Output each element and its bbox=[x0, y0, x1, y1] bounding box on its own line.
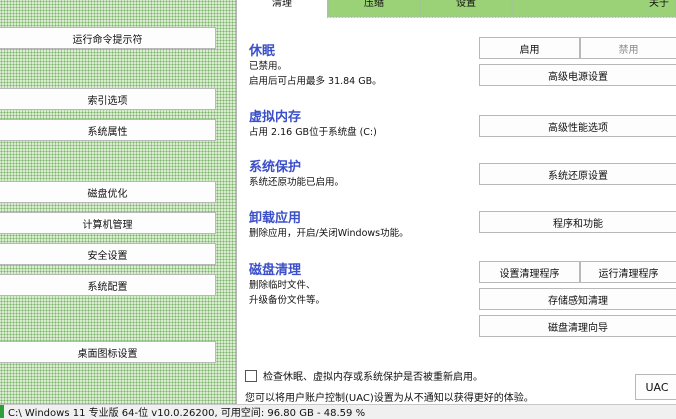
status-bar: C:\ Windows 11 专业版 64-位 v10.0.26200, 可用空… bbox=[0, 404, 676, 419]
system-protection-title: 系统保护 bbox=[249, 160, 302, 175]
cleanup-panel: 休眠 已禁用。 启用后可占用最多 31.84 GB。 启用 禁用 高级电源设置 … bbox=[236, 18, 676, 404]
tab-settings[interactable]: 设置 bbox=[420, 0, 512, 17]
tab-compress[interactable]: 压缩 bbox=[328, 0, 420, 17]
disk-cleanup-wizard-button[interactable]: 磁盘清理向导 bbox=[479, 315, 676, 337]
hibernate-title: 休眠 bbox=[249, 44, 276, 59]
status-text: C:\ Windows 11 专业版 64-位 v10.0.26200, 可用空… bbox=[8, 408, 366, 419]
disk-cleanup-desc-2: 升级备份文件等。 bbox=[249, 295, 326, 306]
recheck-checkbox[interactable] bbox=[245, 369, 257, 382]
status-indicator bbox=[0, 405, 4, 418]
uninstall-desc: 删除应用，开启/关闭Windows功能。 bbox=[249, 228, 409, 239]
setup-cleanup-button[interactable]: 设置清理程序 bbox=[479, 261, 580, 283]
index-options-button[interactable]: 索引选项 bbox=[0, 88, 216, 110]
disk-cleanup-desc-1: 删除临时文件、 bbox=[249, 280, 316, 291]
system-config-button[interactable]: 系统配置 bbox=[0, 274, 216, 296]
system-restore-button[interactable]: 系统还原设置 bbox=[479, 163, 676, 185]
system-properties-button[interactable]: 系统属性 bbox=[0, 119, 216, 141]
programs-features-button[interactable]: 程序和功能 bbox=[479, 211, 676, 233]
tab-cleanup[interactable]: 清理 bbox=[236, 0, 328, 18]
computer-management-button[interactable]: 计算机管理 bbox=[0, 212, 216, 234]
uac-button[interactable]: UAC bbox=[635, 374, 676, 400]
run-cmd-button[interactable]: 运行命令提示符 bbox=[0, 27, 216, 49]
tab-bar: 清理 压缩 设置 关于 bbox=[236, 0, 676, 18]
hibernate-enable-button[interactable]: 启用 bbox=[479, 37, 580, 59]
uac-note: 您可以将用户账户控制(UAC)设置为从不通知以获得更好的体验。 bbox=[245, 393, 534, 404]
recheck-label: 检查休眠、虚拟内存或系统保护是否被重新启用。 bbox=[263, 372, 483, 383]
advanced-power-button[interactable]: 高级电源设置 bbox=[479, 64, 676, 86]
tab-about[interactable]: 关于 bbox=[512, 0, 676, 17]
system-protection-status: 系统还原功能已启用。 bbox=[249, 177, 345, 188]
tools-panel: 运行命令提示符 索引选项 系统属性 磁盘优化 计算机管理 安全设置 系统配置 桌… bbox=[0, 0, 237, 404]
disk-optimize-button[interactable]: 磁盘优化 bbox=[0, 181, 216, 203]
virtual-memory-title: 虚拟内存 bbox=[249, 110, 302, 125]
uninstall-title: 卸载应用 bbox=[249, 211, 302, 226]
desktop-icons-button[interactable]: 桌面图标设置 bbox=[0, 341, 216, 363]
disk-cleanup-title: 磁盘清理 bbox=[249, 263, 302, 278]
security-settings-button[interactable]: 安全设置 bbox=[0, 243, 216, 265]
hibernate-disable-button[interactable]: 禁用 bbox=[580, 37, 676, 59]
hibernate-status: 已禁用。 bbox=[249, 61, 288, 72]
virtual-memory-usage: 占用 2.16 GB位于系统盘 (C:) bbox=[249, 127, 377, 138]
recheck-option[interactable]: 检查休眠、虚拟内存或系统保护是否被重新启用。 bbox=[245, 368, 483, 383]
advanced-performance-button[interactable]: 高级性能选项 bbox=[479, 115, 676, 137]
hibernate-size: 启用后可占用最多 31.84 GB。 bbox=[249, 76, 382, 87]
run-cleanup-button[interactable]: 运行清理程序 bbox=[580, 261, 676, 283]
storage-sense-button[interactable]: 存储感知清理 bbox=[479, 288, 676, 310]
